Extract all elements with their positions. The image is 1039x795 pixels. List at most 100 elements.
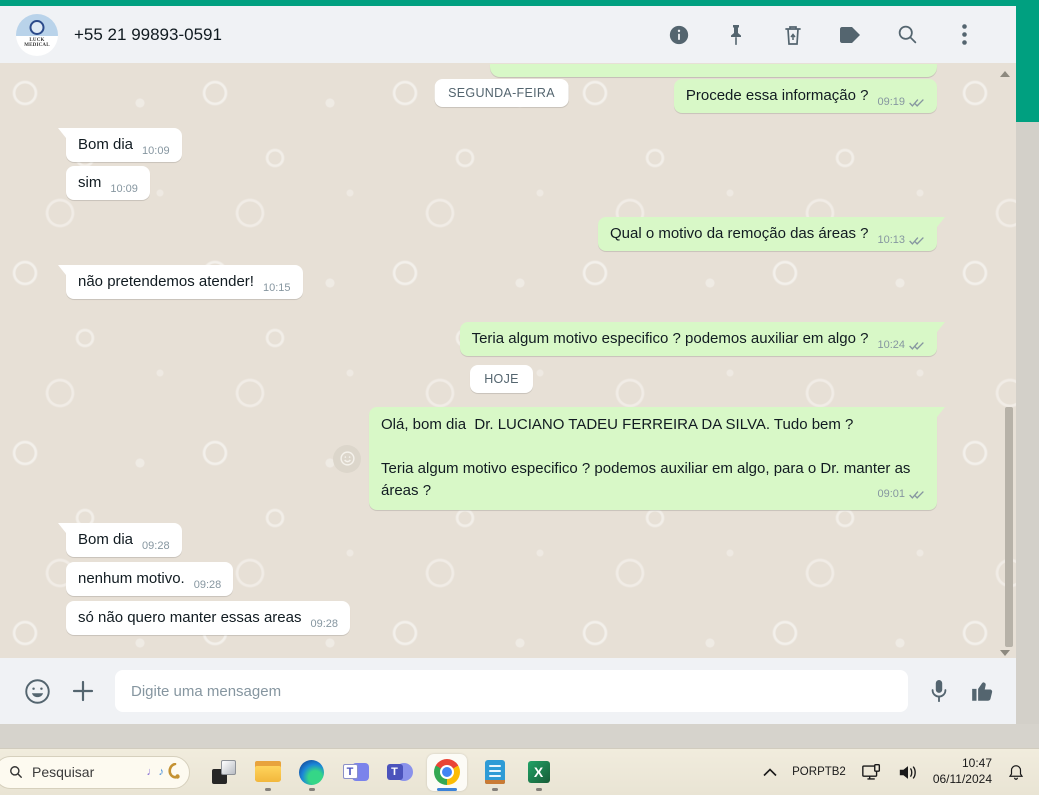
folder-icon <box>254 761 281 783</box>
keyboard-layout: PTB2 <box>817 765 846 778</box>
read-receipt-icon <box>909 98 924 107</box>
react-emoji-button[interactable] <box>333 444 361 473</box>
date-divider: HOJE <box>470 365 533 393</box>
contact-phone-title[interactable]: +55 21 99893-0591 <box>74 25 222 45</box>
chrome-browser-button[interactable] <box>426 752 468 792</box>
task-view-button[interactable] <box>206 752 241 792</box>
info-icon[interactable] <box>667 23 691 47</box>
message-bubble-partial[interactable] <box>490 64 937 77</box>
message-bubble[interactable]: não pretendemos atender! 10:15 <box>58 265 303 299</box>
message-text: Qual o motivo da remoção das áreas ? <box>609 225 869 242</box>
mic-icon[interactable] <box>928 678 950 704</box>
network-icon[interactable] <box>861 763 883 782</box>
message-time: 10:13 <box>877 234 905 246</box>
teams-icon: T <box>342 760 369 784</box>
attach-plus-icon[interactable] <box>71 679 95 703</box>
message-list: SEGUNDA-FEIRA Procede essa informação ? 09… <box>0 63 1016 658</box>
message-bubble[interactable]: Olá, bom dia Dr. LUCIANO TADEU FERREIRA … <box>369 407 945 510</box>
message-meta: 09:19 <box>877 96 925 108</box>
message-text: Bom dia <box>78 531 134 548</box>
search-icon[interactable] <box>895 23 919 47</box>
message-bubble[interactable]: nenhum motivo. 09:28 <box>66 562 234 596</box>
scroll-up-arrow[interactable] <box>1000 71 1010 77</box>
trash-arrow-icon[interactable] <box>781 23 805 47</box>
right-edge-background <box>1016 122 1039 748</box>
message-time: 09:19 <box>877 96 905 108</box>
message-bubble[interactable]: Bom dia 09:28 <box>58 523 182 557</box>
search-icon <box>10 766 22 778</box>
search-highlight-art-icon: ♩ ♪ <box>147 763 182 781</box>
message-text: nenhum motivo. <box>78 570 185 587</box>
message-meta: 10:09 <box>142 145 170 157</box>
volume-icon[interactable] <box>898 764 918 781</box>
message-meta: 10:09 <box>110 183 138 195</box>
message-meta: 09:28 <box>194 579 222 591</box>
teams-new-button[interactable]: T <box>382 752 417 792</box>
message-time: 10:24 <box>877 339 905 351</box>
chat-header: LUCK MEDICAL +55 21 99893-0591 <box>0 6 1016 63</box>
teams-classic-button[interactable]: T <box>338 752 373 792</box>
message-text: Bom dia <box>78 136 134 153</box>
message-text: Procede essa informação ? <box>685 87 869 104</box>
excel-icon: X <box>527 761 550 783</box>
emoji-picker-icon[interactable] <box>24 678 51 705</box>
message-time: 09:01 <box>877 488 905 500</box>
label-icon[interactable] <box>838 23 862 47</box>
edge-browser-button[interactable] <box>294 752 329 792</box>
message-bubble[interactable]: só não quero manter essas areas 09:28 <box>66 601 350 635</box>
message-text: sim <box>78 174 102 191</box>
message-meta: 09:28 <box>310 618 338 630</box>
menu-kebab-icon[interactable] <box>952 23 976 47</box>
message-input[interactable]: Digite uma mensagem <box>115 670 908 712</box>
taskbar-search[interactable]: Pesquisar ♩ ♪ <box>0 755 190 789</box>
tray-chevron-icon[interactable] <box>763 767 777 777</box>
notepad-button[interactable] <box>477 752 512 792</box>
language-indicator[interactable]: POR PTB2 <box>792 765 846 780</box>
window-bottom-band <box>0 724 1039 748</box>
message-time: 10:09 <box>110 183 138 195</box>
message-input-placeholder: Digite uma mensagem <box>131 682 282 700</box>
tray-time: 10:47 <box>961 756 992 771</box>
message-text: não pretendemos atender! <box>78 273 254 290</box>
message-meta: 10:24 <box>877 339 925 351</box>
chat-area: SEGUNDA-FEIRA Procede essa informação ? 09… <box>0 63 1016 658</box>
pin-icon[interactable] <box>724 23 748 47</box>
read-receipt-icon <box>909 341 924 350</box>
language-code: POR <box>792 765 818 778</box>
avatar-logo-ring <box>29 19 45 35</box>
notification-bell-icon[interactable] <box>1007 763 1025 782</box>
whatsapp-web-window: LUCK MEDICAL +55 21 99893-0591 SEGUNDA-F… <box>0 0 1039 795</box>
taskbar-icons: T T X <box>206 752 556 792</box>
system-tray: POR PTB2 10:47 06/11/2024 <box>763 756 1039 787</box>
message-bubble[interactable]: Teria algum motivo especifico ? podemos … <box>459 322 946 356</box>
clock-indicator[interactable]: 10:47 06/11/2024 <box>933 756 992 787</box>
notepad-icon <box>484 760 505 784</box>
thumbs-up-icon[interactable] <box>970 678 996 704</box>
contact-avatar[interactable]: LUCK MEDICAL <box>16 13 58 56</box>
message-time: 09:28 <box>310 618 338 630</box>
date-divider: SEGUNDA-FEIRA <box>434 79 569 107</box>
right-edge-accent <box>1016 0 1039 122</box>
chat-scrollbar-thumb[interactable] <box>1005 407 1013 647</box>
smiley-icon <box>339 451 355 466</box>
message-bubble[interactable]: Procede essa informação ? 09:19 <box>673 79 937 113</box>
message-text: Teria algum motivo especifico ? podemos … <box>471 330 869 347</box>
message-text: só não quero manter essas areas <box>78 609 302 626</box>
file-explorer-button[interactable] <box>250 752 285 792</box>
message-meta: 10:13 <box>877 234 925 246</box>
taskbar-search-placeholder: Pesquisar <box>32 764 95 780</box>
message-bubble[interactable]: sim 10:09 <box>66 166 150 200</box>
scroll-down-arrow[interactable] <box>1000 650 1010 656</box>
chrome-icon <box>434 759 460 785</box>
message-bubble[interactable]: Bom dia 10:09 <box>58 128 182 162</box>
windows-taskbar: Pesquisar ♩ ♪ T T X POR PTB2 10:47 06/11… <box>0 748 1039 795</box>
read-receipt-icon <box>909 236 924 245</box>
read-receipt-icon <box>909 490 924 499</box>
message-meta: 09:28 <box>142 540 170 552</box>
edge-icon <box>299 759 324 785</box>
composer-bar: Digite uma mensagem <box>0 658 1016 724</box>
excel-button[interactable]: X <box>521 752 556 792</box>
avatar-logo-text: LUCK MEDICAL <box>24 37 50 48</box>
message-bubble[interactable]: Qual o motivo da remoção das áreas ? 10:1… <box>597 217 946 251</box>
message-time: 10:15 <box>262 282 291 294</box>
